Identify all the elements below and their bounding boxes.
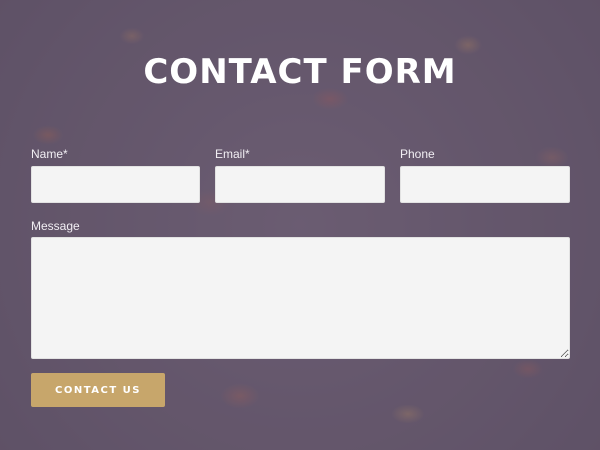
name-label: Name* (31, 147, 68, 161)
page-title: CONTACT FORM (143, 52, 457, 92)
email-label: Email* (215, 147, 250, 161)
email-field[interactable] (215, 166, 385, 203)
contact-us-button[interactable]: CONTACT US (31, 373, 165, 407)
contact-form: CONTACT FORM Name* Email* Phone Message … (0, 0, 600, 450)
message-textarea[interactable] (31, 237, 570, 359)
phone-field[interactable] (400, 166, 570, 203)
name-field[interactable] (31, 166, 200, 203)
phone-label: Phone (400, 147, 435, 161)
message-label: Message (31, 219, 80, 233)
